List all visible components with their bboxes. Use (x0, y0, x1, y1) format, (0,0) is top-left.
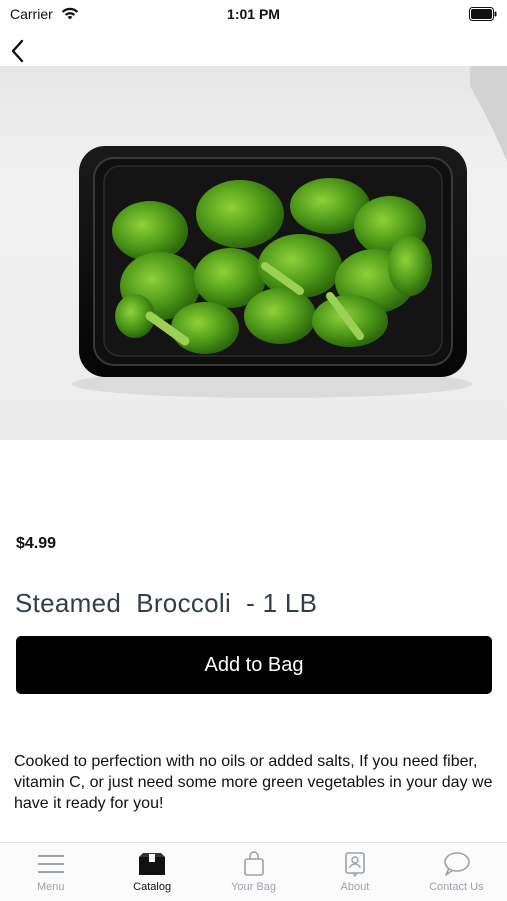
tab-label: Catalog (133, 881, 172, 893)
steamed-broccoli-photo (72, 66, 507, 398)
tab-menu[interactable]: Menu (0, 843, 101, 901)
tab-label: Menu (36, 881, 65, 893)
product-price: $4.99 (16, 535, 57, 552)
battery-icon (469, 7, 497, 21)
status-bar: Carrier 1:01 PM (0, 0, 507, 28)
tab-catalog[interactable]: Catalog (101, 843, 202, 901)
bag-icon (243, 851, 264, 876)
tab-about[interactable]: About (304, 843, 405, 901)
contact-icon (444, 852, 471, 876)
product-description: Cooked to perfection with no oils or add… (14, 753, 493, 812)
tab-contact-us[interactable]: Contact Us (406, 843, 507, 901)
product-image (0, 66, 507, 440)
add-to-bag-button[interactable]: Add to Bag (16, 636, 492, 694)
product-title: Steamed Broccoli - 1 LB (15, 588, 318, 618)
menu-icon (37, 855, 64, 873)
tab-bar: Menu Catalog Your Bag About Contact Us (0, 842, 507, 901)
tab-label: Contact Us (429, 881, 484, 893)
tab-label: Your Bag (231, 881, 276, 893)
status-time: 1:01 PM (227, 6, 280, 22)
tab-your-bag[interactable]: Your Bag (203, 843, 304, 901)
back-chevron-icon[interactable] (6, 38, 30, 64)
tab-label: About (340, 881, 370, 893)
navigation-bar (0, 28, 507, 66)
catalog-icon (139, 853, 166, 875)
about-icon (345, 852, 365, 877)
